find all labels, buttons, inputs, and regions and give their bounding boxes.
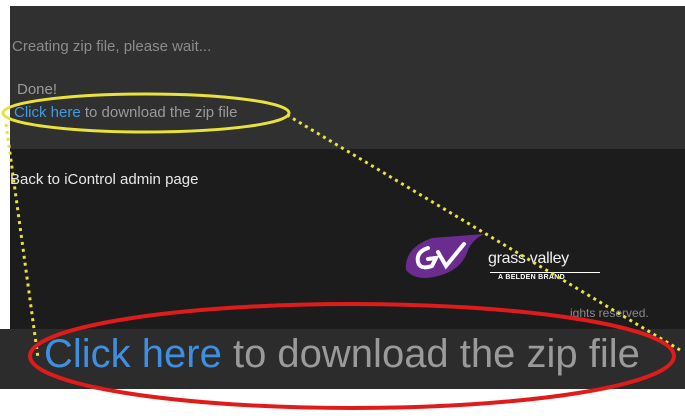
grass-valley-emblem-icon (405, 234, 484, 278)
grass-valley-logo: grass valley A BELDEN BRAND (402, 228, 602, 288)
brand-tagline: A BELDEN BRAND (498, 274, 565, 281)
status-panel: Creating zip file, please wait... Done! … (10, 6, 685, 149)
download-message-suffix: to download the zip file (80, 104, 238, 121)
copyright-text: ights reserved. (570, 306, 649, 320)
download-message: Click here to download the zip file (14, 104, 237, 121)
brand-divider (490, 272, 600, 273)
back-to-admin-link[interactable]: Back to iControl admin page (10, 171, 198, 188)
creating-status-text: Creating zip file, please wait... (12, 38, 212, 55)
download-link[interactable]: Click here (14, 104, 81, 121)
brand-name: grass valley (488, 250, 569, 267)
zoom-callout-text: Click here to download the zip file (44, 332, 640, 377)
done-status-text: Done! (17, 81, 58, 98)
screenshot-frame: Creating zip file, please wait... Done! … (10, 6, 685, 349)
zoom-callout-suffix: to download the zip file (221, 332, 640, 376)
zoom-callout-link: Click here (44, 332, 222, 376)
